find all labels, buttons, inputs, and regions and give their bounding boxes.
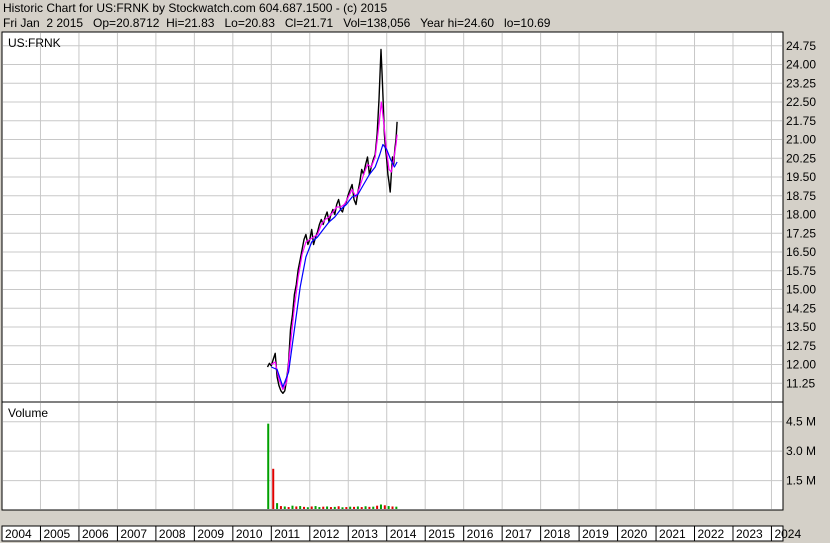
time-axis-label: 2022 — [698, 527, 725, 541]
price-axis-label: 18.00 — [786, 208, 816, 222]
time-axis-label: 2012 — [313, 527, 340, 541]
volume-bar — [283, 506, 286, 509]
time-axis-label: 2005 — [43, 527, 70, 541]
price-axis-label: 15.75 — [786, 264, 816, 278]
volume-bar — [291, 505, 294, 509]
price-axis-label: 11.25 — [786, 376, 815, 390]
volume-bar — [376, 505, 379, 509]
time-axis-label: 2008 — [159, 527, 186, 541]
time-axis-label: 2020 — [621, 527, 648, 541]
time-axis-label: 2023 — [736, 527, 763, 541]
volume-panel-title: Volume — [8, 406, 48, 420]
price-panel-title: US:FRNK — [8, 36, 61, 50]
time-axis-label: 2011 — [274, 527, 300, 541]
price-axis-label: 21.00 — [786, 133, 816, 147]
volume-bar — [353, 506, 356, 509]
volume-axis-ticks: 4.5 M 3.0 M 1.5 M — [786, 415, 816, 488]
volume-bar — [337, 506, 340, 509]
volume-bar — [391, 506, 394, 509]
time-axis-label: 2024 — [774, 527, 801, 541]
time-axis-label: 2019 — [582, 527, 609, 541]
price-axis-label: 14.25 — [786, 301, 816, 315]
price-axis-label: 20.25 — [786, 151, 816, 165]
volume-bar — [333, 506, 336, 509]
price-axis-label: 17.25 — [786, 226, 816, 240]
volume-panel — [1, 401, 784, 511]
time-axis-label: 2007 — [120, 527, 147, 541]
price-axis-label: 12.00 — [786, 358, 816, 372]
price-axis-label: 18.75 — [786, 189, 816, 203]
time-axis-label: 2016 — [467, 527, 494, 541]
time-axis-label: 2004 — [5, 527, 32, 541]
price-axis-label: 24.00 — [786, 58, 816, 72]
volume-axis-label: 1.5 M — [786, 474, 816, 488]
volume-bar — [267, 423, 270, 509]
volume-bar — [310, 506, 313, 509]
volume-axis-label: 4.5 M — [786, 415, 816, 429]
volume-bar — [322, 506, 325, 509]
price-axis-label: 23.25 — [786, 76, 816, 90]
volume-bar — [306, 507, 309, 509]
time-axis-label: 2013 — [351, 527, 378, 541]
price-axis-label: 13.50 — [786, 320, 816, 334]
volume-bar — [360, 507, 363, 509]
price-axis-ticks: 24.75 24.00 23.25 22.50 21.75 21.00 20.25 19.50… — [786, 39, 816, 391]
price-panel — [1, 31, 784, 403]
volume-bar — [379, 504, 382, 509]
volume-bar — [372, 506, 375, 509]
volume-bar — [356, 506, 359, 509]
volume-bar — [276, 503, 279, 509]
volume-bar — [318, 507, 321, 509]
time-axis-label: 2010 — [236, 527, 263, 541]
time-axis-label: 2015 — [428, 527, 455, 541]
volume-bar — [368, 506, 371, 509]
time-axis-label: 2009 — [197, 527, 224, 541]
price-axis-label: 21.75 — [786, 114, 816, 128]
time-axis-label: 2018 — [544, 527, 571, 541]
volume-bar — [303, 506, 306, 509]
volume-bar — [349, 506, 352, 509]
price-axis-label: 22.50 — [786, 95, 816, 109]
volume-bar — [314, 506, 317, 509]
price-axis-label: 16.50 — [786, 245, 816, 259]
volume-bar — [272, 468, 275, 509]
time-axis-label: 2017 — [505, 527, 532, 541]
volume-bar — [299, 506, 302, 509]
price-axis-label: 24.75 — [786, 39, 816, 53]
volume-axis-label: 3.0 M — [786, 444, 816, 458]
volume-bar — [395, 506, 398, 509]
time-axis-label: 2014 — [390, 527, 417, 541]
volume-bar — [341, 507, 344, 509]
volume-bar — [345, 507, 348, 509]
time-axis-label: 2021 — [659, 527, 686, 541]
volume-bar — [383, 505, 386, 509]
price-axis-label: 15.00 — [786, 283, 816, 297]
price-axis-label: 19.50 — [786, 170, 816, 184]
volume-bar — [329, 507, 332, 509]
volume-bar — [295, 506, 298, 509]
volume-bar — [387, 506, 390, 509]
price-axis-label: 12.75 — [786, 339, 816, 353]
stock-chart: US:FRNK 24.75 24.00 23.25 22.50 21.75 21.00 20… — [1, 31, 816, 542]
time-axis-label: 2006 — [82, 527, 109, 541]
volume-bar — [364, 506, 367, 509]
time-axis-ticks: 2004 2005 2006 2007 2008 2009 2010 2011 2012 2013… — [1, 526, 801, 541]
volume-bar — [326, 506, 329, 509]
volume-bar — [279, 506, 282, 509]
volume-bar — [287, 507, 290, 509]
